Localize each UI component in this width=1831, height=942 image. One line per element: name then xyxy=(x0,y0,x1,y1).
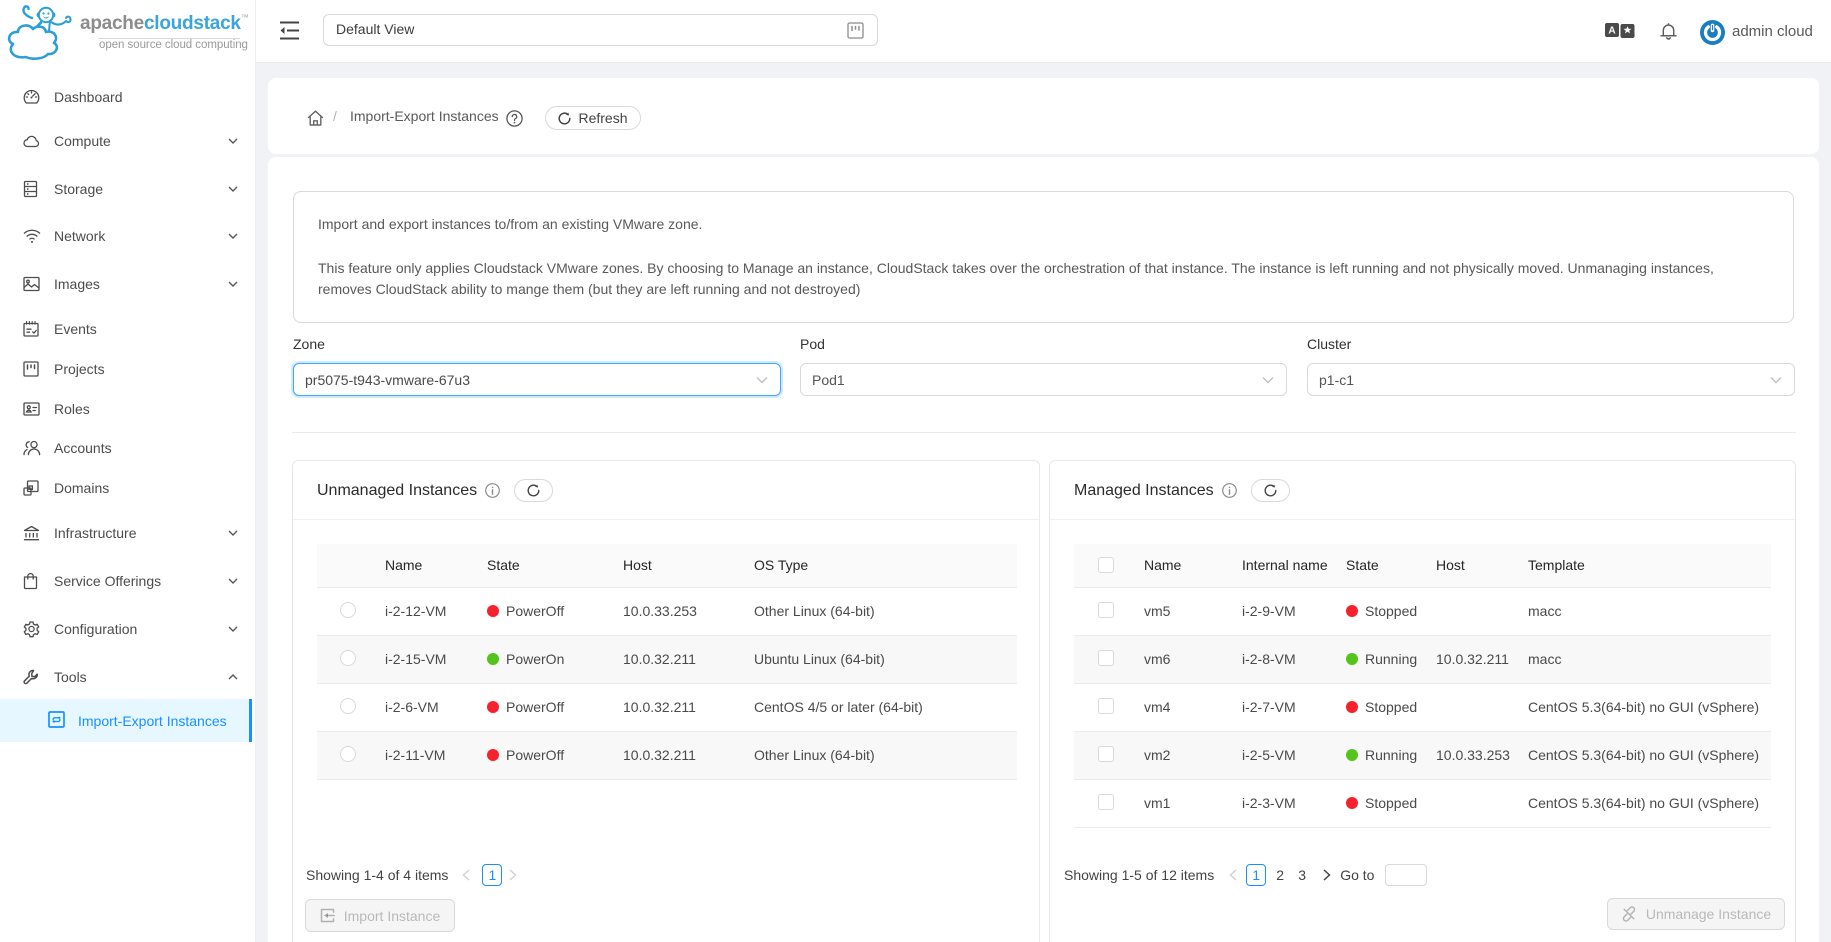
svg-text:A: A xyxy=(1608,26,1615,37)
